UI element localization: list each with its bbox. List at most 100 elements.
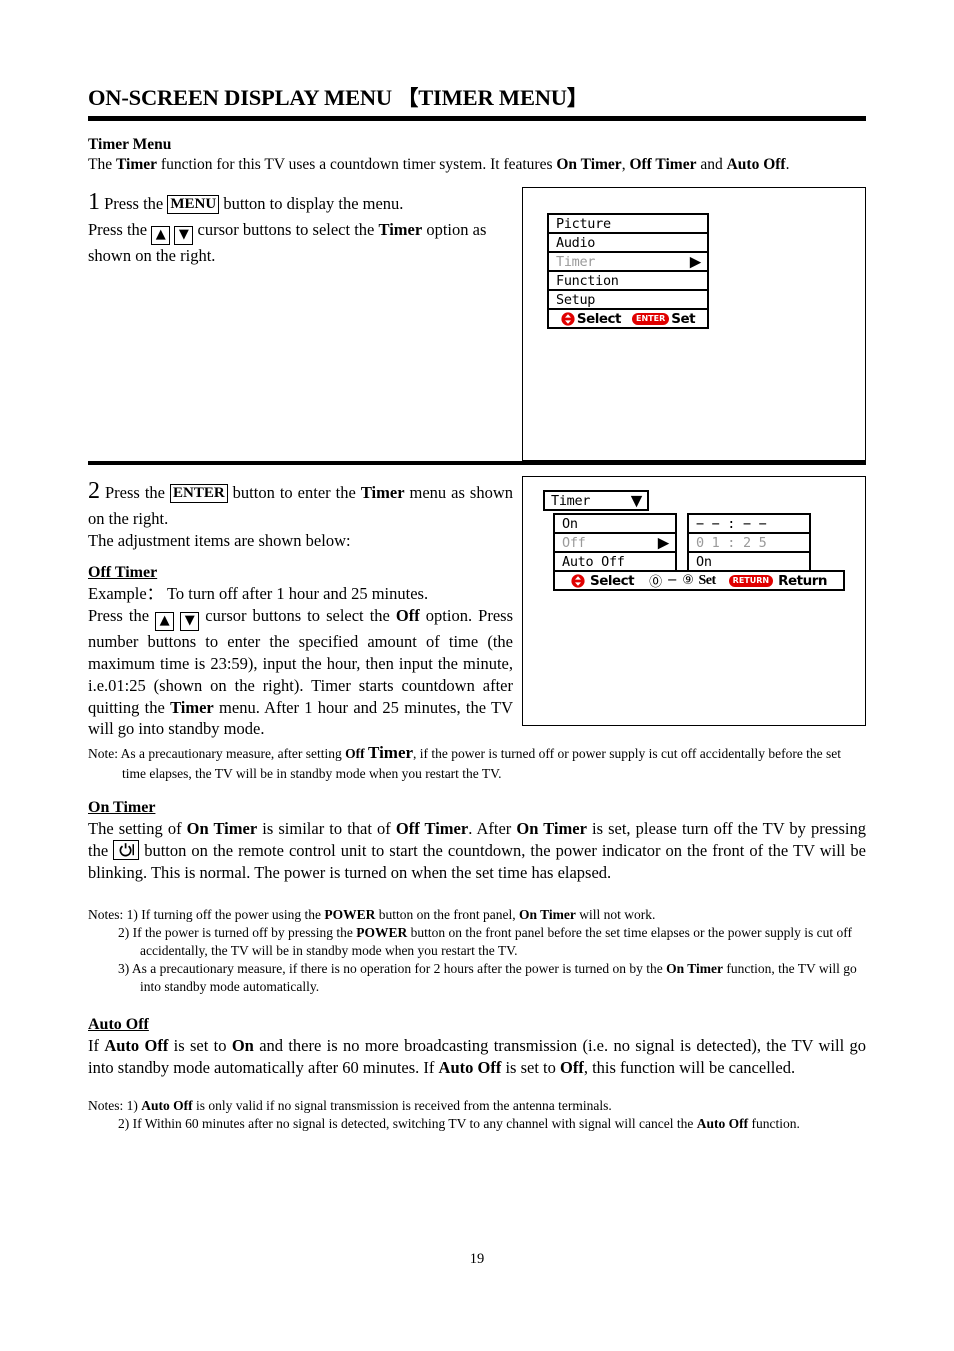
on-timer-text-a: The setting of <box>88 818 187 838</box>
step1-number: 1 <box>88 189 100 216</box>
on-timer-bold-2: On Timer <box>516 818 587 838</box>
digit-zero-icon: ⓪ <box>649 575 662 591</box>
step2-area: 2 Press the ENTER button to enter the Ti… <box>88 476 866 738</box>
osd-item-setup[interactable]: Setup <box>547 289 709 311</box>
cursor-down-key[interactable]: ▼ <box>180 612 200 632</box>
page-content: ON-SCREEN DISPLAY MENU 【TIMER MENU】 Time… <box>88 0 866 1351</box>
osd-timer-grid: On Off ▶ Auto Off − −: − − 0 1: 2 5 On <box>553 513 845 573</box>
page-title-bracketed: TIMER MENU <box>418 85 567 110</box>
on-timer-text-b: is similar to that of <box>257 818 396 838</box>
up-down-arrows-icon <box>561 312 575 326</box>
auto-off-note-2-text-b: function. <box>748 1116 800 1132</box>
off-timer-heading: Off Timer <box>88 564 158 582</box>
auto-off-note-1-text: is only valid if no signal transmission … <box>192 1098 612 1114</box>
on-timer-note-3: 3) As a precautionary measure, if there … <box>88 960 866 996</box>
off-timer-block: Off Timer Example： To turn off after 1 h… <box>88 564 518 740</box>
intro-bold-auto-off: Auto Off <box>726 156 786 174</box>
osd-row-on[interactable]: On <box>553 513 677 535</box>
step1-text-d: cursor buttons to select the <box>193 219 379 239</box>
auto-off-text-e: , this function will be cancelled. <box>583 1058 796 1078</box>
intro-text-4: and <box>696 156 727 174</box>
title-underline-rule <box>88 115 866 121</box>
chevron-right-icon: ▶ <box>689 252 702 271</box>
osd-item-function[interactable]: Function <box>547 270 709 292</box>
step2-text-b: button to enter the <box>227 483 361 503</box>
auto-off-text-b: is set to <box>168 1035 232 1055</box>
cursor-up-key[interactable]: ▲ <box>155 612 175 632</box>
osd-timer-title-label: Timer <box>551 492 591 509</box>
step1-text-column: 1 Press the MENU button to display the m… <box>88 187 518 266</box>
on-timer-note-2-bold-power: POWER <box>356 925 408 941</box>
osd-main-menu-list: Picture Audio Timer ▶ Function Setup Sel… <box>547 213 709 330</box>
digit-nine-icon: ⑨ <box>682 573 694 589</box>
osd-item-picture[interactable]: Picture <box>547 213 709 235</box>
osd-value-on-time[interactable]: − − : − − <box>687 513 811 535</box>
osd-timer-menu-content: Timer ▼ On Off ▶ Auto Off − −: − − 0 1 … <box>543 490 845 592</box>
osd-row-on-label: On <box>562 515 578 532</box>
auto-off-note-2: 2) If Within 60 minutes after no signal … <box>88 1115 866 1133</box>
osd-value-off-time[interactable]: 0 1 : 2 5 <box>687 532 811 554</box>
osd-timer-title-row[interactable]: Timer ▼ <box>543 490 649 512</box>
osd-row-auto-off-label: Auto Off <box>562 553 625 570</box>
on-timer-block: On Timer The setting of On Timer is simi… <box>88 799 866 884</box>
osd-item-picture-label: Picture <box>556 215 611 232</box>
osd-value-auto-off-text: On <box>696 553 712 570</box>
osd-main-hint-bar: Select ENTER Set <box>547 308 709 330</box>
auto-off-notes-prefix: Notes: <box>88 1098 127 1114</box>
cursor-up-key[interactable]: ▲ <box>151 225 171 245</box>
on-timer-note-2-a: If the power is turned off by pressing t… <box>132 925 357 941</box>
on-timer-note-1-e: will not work. <box>575 907 656 923</box>
power-icon[interactable] <box>113 839 140 860</box>
enter-badge-icon: ENTER <box>632 312 670 325</box>
cursor-down-key[interactable]: ▼ <box>174 225 194 245</box>
intro-paragraph: The Timer function for this TV uses a co… <box>88 155 866 175</box>
auto-off-paragraph: If Auto Off is set to On and there is no… <box>88 1035 866 1079</box>
return-badge-icon: RETURN <box>728 574 774 587</box>
page-title: ON-SCREEN DISPLAY MENU 【TIMER MENU】 <box>88 85 866 111</box>
menu-key[interactable]: MENU <box>167 195 220 215</box>
up-down-arrows-icon <box>571 574 585 588</box>
auto-off-bold-1: Auto Off <box>104 1035 169 1055</box>
osd-timer-hint-return-label: Return <box>778 572 827 589</box>
on-timer-note-1-num: 1) <box>126 907 142 923</box>
off-timer-note-bold-off: Off <box>345 746 369 762</box>
osd-timer-rows: On Off ▶ Auto Off − −: − − 0 1: 2 5 On… <box>553 513 845 592</box>
on-timer-bold-off-timer: Off Timer <box>395 818 469 838</box>
on-timer-note-3-num: 3) <box>118 961 132 977</box>
intro-bold-on-timer: On Timer <box>556 156 622 174</box>
osd-item-timer-label: Timer <box>556 253 596 270</box>
osd-timer-labels-column: On Off ▶ Auto Off <box>553 513 677 573</box>
chevron-right-icon: ▶ <box>657 533 670 552</box>
step1-line2: Press the ▲ ▼ cursor buttons to select t… <box>88 219 518 267</box>
page-number: 19 <box>469 1251 485 1267</box>
step1-line1: 1 Press the MENU button to display the m… <box>88 187 518 219</box>
intro-heading: Timer Menu <box>88 135 172 153</box>
auto-off-bold-on: On <box>231 1035 254 1055</box>
off-timer-example: Example： To turn off after 1 hour and 25… <box>88 583 518 605</box>
on-timer-bold-1: On Timer <box>186 818 258 838</box>
enter-key[interactable]: ENTER <box>170 484 228 504</box>
osd-timer-values-column: − − : − − 0 1 : 2 5 On <box>687 513 811 573</box>
auto-off-notes: Notes: 1) Auto Off is only valid if no s… <box>88 1097 866 1133</box>
off-timer-example-label: Example： <box>88 584 164 604</box>
step1-area: 1 Press the MENU button to display the m… <box>88 187 866 477</box>
off-timer-bold-timer: Timer <box>170 697 214 717</box>
osd-item-timer[interactable]: Timer ▶ <box>547 251 709 273</box>
off-timer-note-bold-timer: Timer <box>368 743 414 763</box>
osd-row-auto-off[interactable]: Auto Off <box>553 551 677 573</box>
auto-off-note-2-bold: Auto Off <box>696 1116 749 1132</box>
page-title-text: ON-SCREEN DISPLAY MENU <box>88 85 392 110</box>
intro-text-1: The <box>88 156 116 174</box>
osd-item-audio[interactable]: Audio <box>547 232 709 254</box>
bracket-open: 【 <box>397 86 419 110</box>
osd-value-auto-off[interactable]: On <box>687 551 811 573</box>
on-timer-note-2: 2) If the power is turned off by pressin… <box>88 924 866 960</box>
step1-text-b: button to display the menu. <box>219 194 404 214</box>
auto-off-heading: Auto Off <box>88 1015 149 1033</box>
on-timer-paragraph: The setting of On Timer is similar to th… <box>88 818 866 884</box>
off-timer-body: Press the ▲ ▼ cursor buttons to select t… <box>88 605 513 740</box>
step2-text-column: 2 Press the ENTER button to enter the Ti… <box>88 476 518 740</box>
step1-text-c: Press the <box>88 219 152 239</box>
osd-hint-set-label: Set <box>671 310 696 327</box>
osd-row-off[interactable]: Off ▶ <box>553 532 677 554</box>
